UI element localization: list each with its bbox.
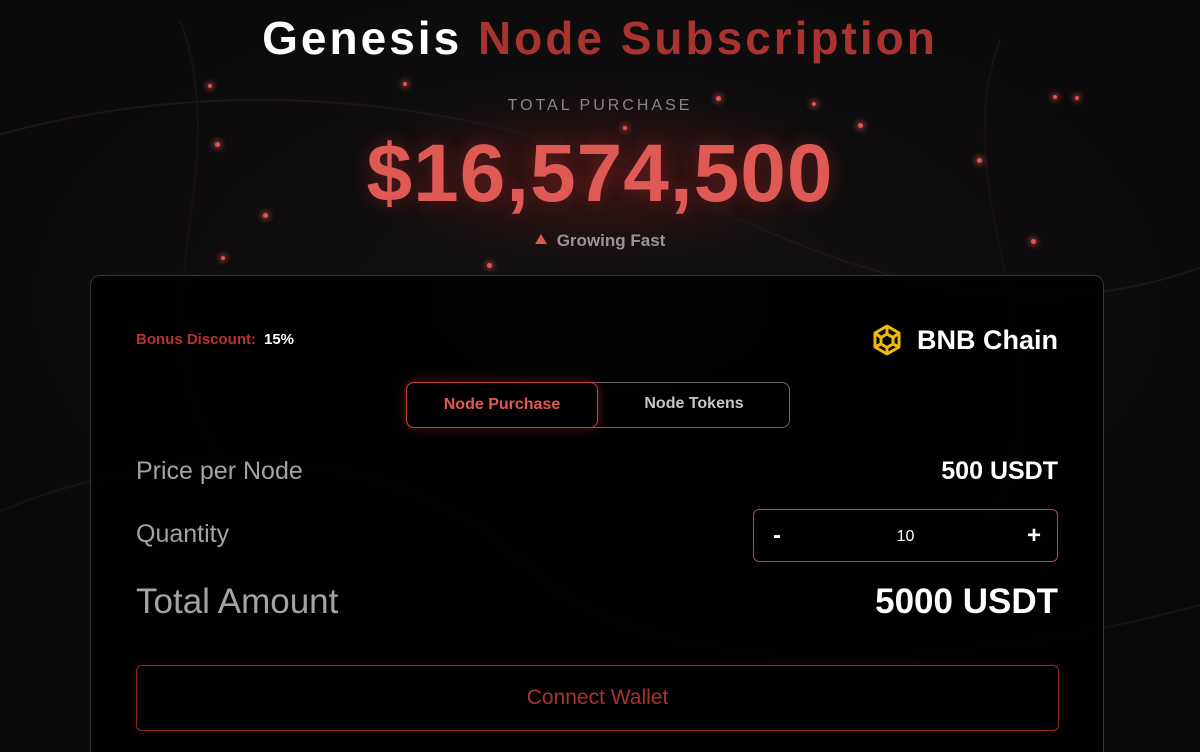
total-purchase-value: $16,574,500	[366, 128, 834, 219]
connect-wallet-button[interactable]: Connect Wallet	[136, 665, 1059, 731]
bonus-discount-value: 15%	[264, 331, 295, 348]
tab-node-purchase[interactable]: Node Purchase	[406, 382, 598, 428]
tab-node-tokens[interactable]: Node Tokens	[598, 382, 790, 428]
particle	[403, 82, 407, 86]
growth-text: Growing Fast	[556, 231, 666, 250]
particle	[208, 84, 212, 88]
title-node-subscription: Node Subscription	[477, 12, 938, 64]
quantity-increment-button[interactable]: +	[1011, 510, 1057, 561]
bonus-discount-label: Bonus Discount:	[136, 331, 256, 348]
chain-name: BNB Chain	[917, 324, 1058, 355]
price-per-node-value: 500 USDT	[941, 457, 1058, 485]
bnb-chain-icon	[869, 322, 905, 358]
quantity-stepper: - +	[753, 509, 1058, 563]
subscription-card: Bonus Discount: 15% BNB Chain Node Purcha…	[90, 275, 1104, 752]
bonus-discount: Bonus Discount: 15%	[136, 331, 294, 348]
total-amount-label: Total Amount	[136, 582, 339, 621]
growth-indicator: Growing Fast	[0, 231, 1200, 251]
title-genesis: Genesis	[262, 12, 463, 64]
quantity-input[interactable]	[804, 510, 1007, 563]
page-title: Genesis Node Subscription	[0, 12, 1200, 64]
page: Genesis Node Subscription TOTAL PURCHASE…	[0, 0, 1200, 752]
total-purchase-label: TOTAL PURCHASE	[507, 97, 693, 114]
quantity-decrement-button[interactable]: -	[754, 510, 800, 561]
total-amount-value: 5000 USDT	[875, 582, 1058, 621]
price-per-node-label: Price per Node	[136, 457, 303, 485]
quantity-label: Quantity	[136, 520, 230, 548]
triangle-up-icon	[534, 234, 547, 244]
particle	[487, 263, 492, 268]
purchase-tabs: Node Purchase Node Tokens	[406, 382, 790, 428]
particle	[221, 256, 225, 260]
chain-indicator: BNB Chain	[869, 322, 1058, 358]
